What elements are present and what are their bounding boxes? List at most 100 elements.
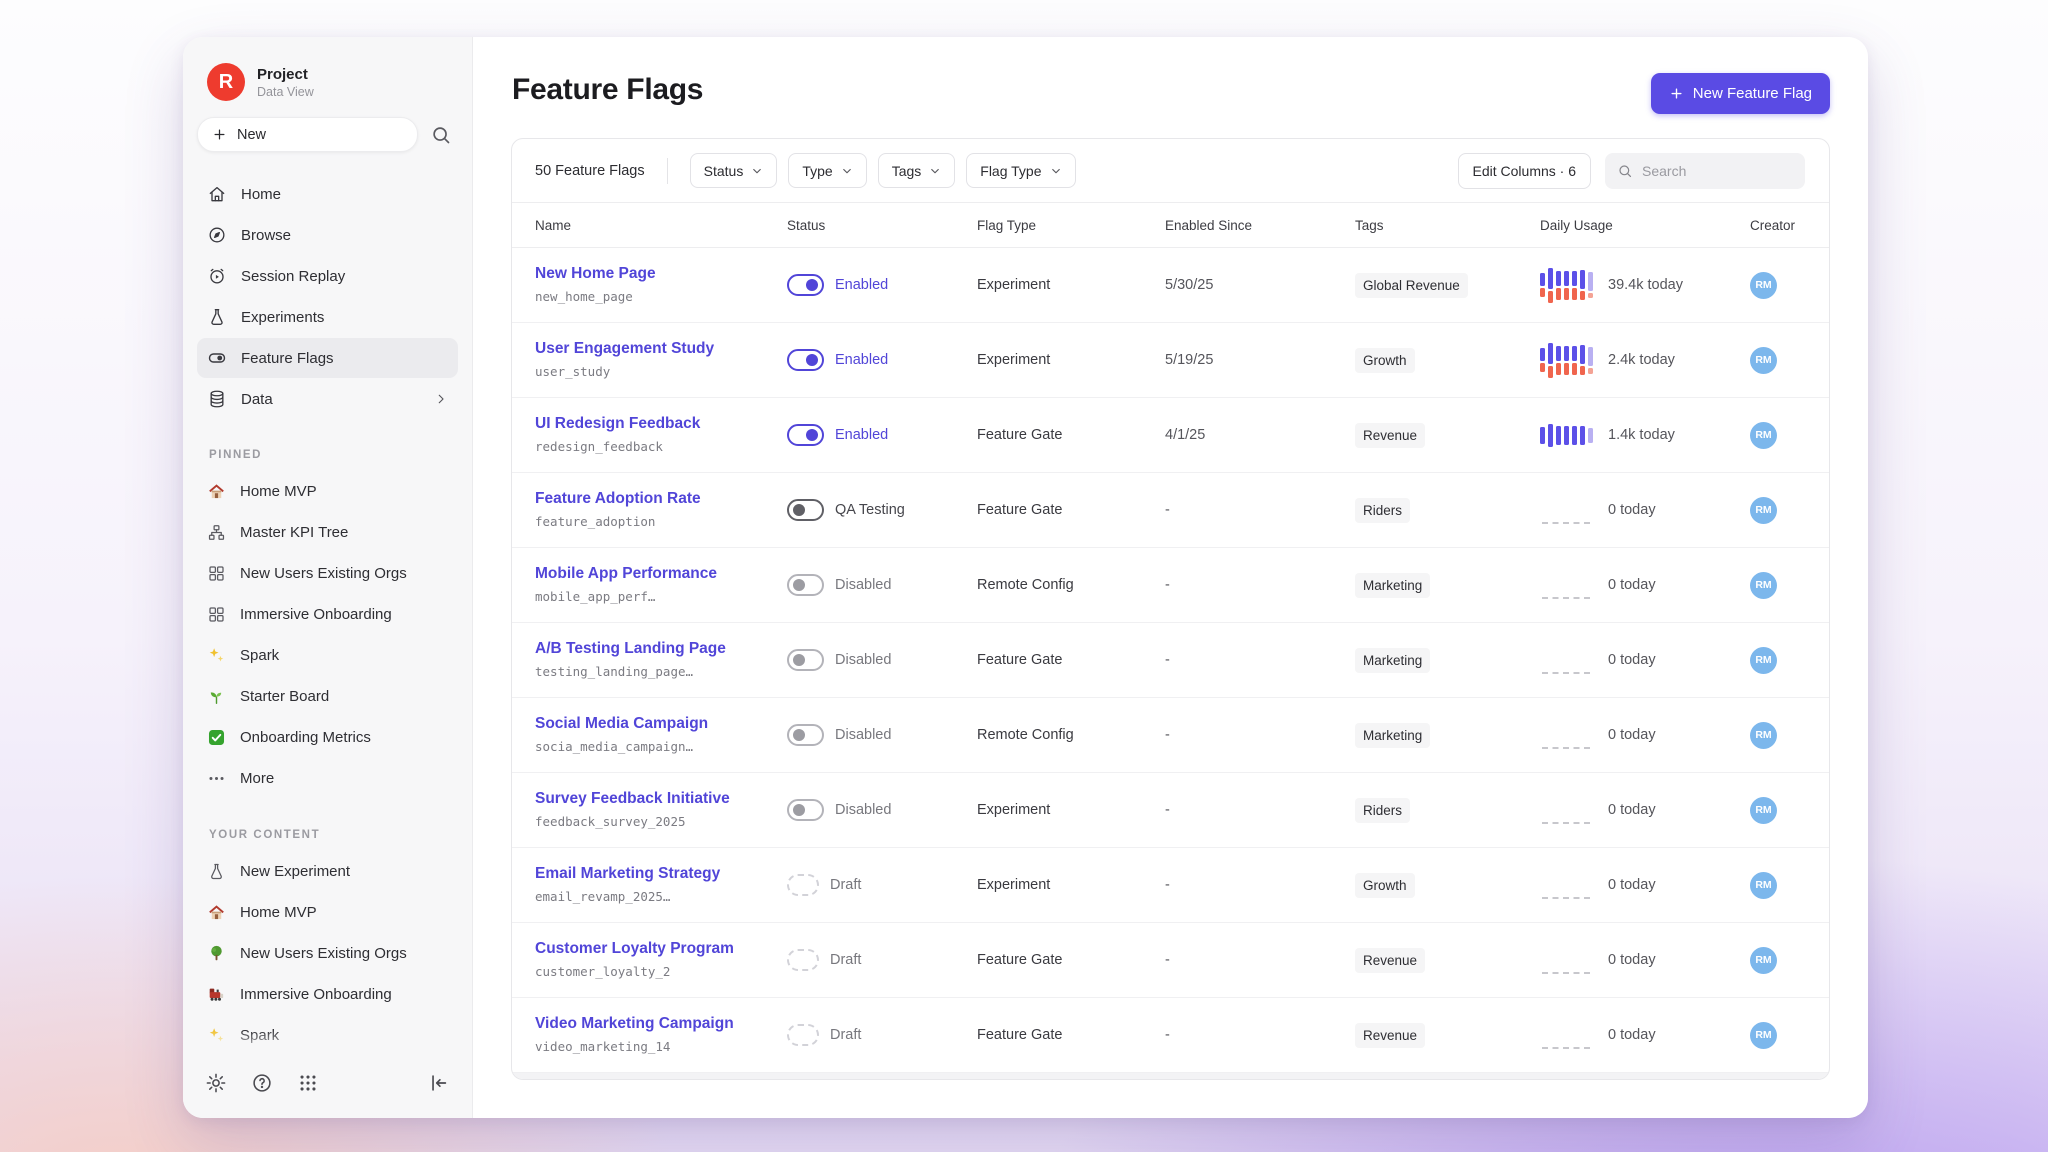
status-label: Disabled [835, 802, 891, 818]
enabled-since-cell: 5/19/25 [1165, 352, 1355, 368]
sidebar-item-new-users-existing-orgs[interactable]: New Users Existing Orgs [197, 933, 458, 974]
sidebar-item-label: Home [241, 186, 281, 203]
creator-avatar: RM [1750, 497, 1777, 524]
apps-grid-icon[interactable] [297, 1072, 319, 1094]
sidebar-item-immersive-onboarding[interactable]: Immersive Onboarding [197, 594, 458, 635]
sidebar-item-data[interactable]: Data [197, 379, 458, 419]
sidebar-item-home[interactable]: Home [197, 174, 458, 214]
table-row[interactable]: A/B Testing Landing Page testing_landing… [512, 623, 1829, 698]
table-row[interactable]: Video Marketing Campaign video_marketing… [512, 998, 1829, 1073]
new-button[interactable]: New [197, 117, 418, 152]
sidebar-item-session-replay[interactable]: Session Replay [197, 256, 458, 296]
search-icon[interactable] [430, 124, 452, 146]
project-subtitle: Data View [257, 85, 314, 99]
table-row[interactable]: New Home Page new_home_page Enabled Expe… [512, 248, 1829, 323]
tag-chip[interactable]: Riders [1355, 498, 1410, 523]
creator-avatar: RM [1750, 272, 1777, 299]
new-feature-flag-button[interactable]: New Feature Flag [1651, 73, 1830, 114]
status-toggle[interactable] [787, 274, 824, 296]
status-toggle[interactable] [787, 574, 824, 596]
sidebar-item-starter-board[interactable]: Starter Board [197, 676, 458, 717]
status-label: Draft [830, 952, 861, 968]
sidebar-item-new-experiment[interactable]: New Experiment [197, 851, 458, 892]
sidebar-item-more[interactable]: More [197, 758, 458, 799]
flag-name-link[interactable]: New Home Page [535, 266, 787, 282]
table-row[interactable]: User Engagement Study user_study Enabled… [512, 323, 1829, 398]
tag-chip[interactable]: Marketing [1355, 723, 1430, 748]
usage-empty-dash [1542, 522, 1590, 524]
house-icon [207, 482, 226, 501]
flag-name-link[interactable]: A/B Testing Landing Page [535, 641, 787, 657]
search-input[interactable] [1642, 163, 1793, 179]
table-row[interactable]: Customer Loyalty Program customer_loyalt… [512, 923, 1829, 998]
table-row[interactable]: Social Media Campaign socia_media_campai… [512, 698, 1829, 773]
chevron-down-icon [841, 165, 853, 177]
flag-name-link[interactable]: Mobile App Performance [535, 566, 787, 582]
status-toggle[interactable] [787, 349, 824, 371]
tag-chip[interactable]: Marketing [1355, 648, 1430, 673]
flag-name-link[interactable]: Social Media Campaign [535, 716, 787, 732]
flag-name-link[interactable]: Email Marketing Strategy [535, 866, 787, 882]
sidebar-item-label: New Experiment [240, 863, 350, 880]
sidebar-item-feature-flags[interactable]: Feature Flags [197, 338, 458, 378]
filter-label: Status [704, 163, 744, 179]
table-row[interactable]: Mobile App Performance mobile_app_perf… … [512, 548, 1829, 623]
table-row[interactable]: Survey Feedback Initiative feedback_surv… [512, 773, 1829, 848]
status-toggle[interactable] [787, 499, 824, 521]
status-toggle[interactable] [787, 799, 824, 821]
sidebar-item-home-mvp[interactable]: Home MVP [197, 892, 458, 933]
table-row[interactable]: Feature Adoption Rate feature_adoption Q… [512, 473, 1829, 548]
status-toggle[interactable] [787, 724, 824, 746]
sidebar-item-spark[interactable]: Spark [197, 635, 458, 676]
tag-chip[interactable]: Revenue [1355, 1023, 1425, 1048]
sidebar-item-onboarding-metrics[interactable]: Onboarding Metrics [197, 717, 458, 758]
sidebar-item-immersive-onboarding[interactable]: Immersive Onboarding [197, 974, 458, 1015]
flag-name-link[interactable]: Video Marketing Campaign [535, 1016, 787, 1032]
sidebar-item-home-mvp[interactable]: Home MVP [197, 471, 458, 512]
flag-name-link[interactable]: Feature Adoption Rate [535, 491, 787, 507]
column-header-status: Status [787, 218, 977, 233]
tag-chip[interactable]: Riders [1355, 798, 1410, 823]
sidebar-item-new-users-existing-orgs[interactable]: New Users Existing Orgs [197, 553, 458, 594]
settings-gear-icon[interactable] [205, 1072, 227, 1094]
status-label: Enabled [835, 352, 888, 368]
tag-chip[interactable]: Growth [1355, 348, 1415, 373]
sidebar-item-label: Home MVP [240, 483, 317, 500]
sidebar-item-experiments[interactable]: Experiments [197, 297, 458, 337]
project-switcher[interactable]: R Project Data View [183, 37, 472, 101]
sidebar-item-label: Experiments [241, 309, 324, 326]
edit-columns-button[interactable]: Edit Columns · 6 [1458, 153, 1591, 189]
status-toggle[interactable] [787, 649, 824, 671]
table-row[interactable]: Email Marketing Strategy email_revamp_20… [512, 848, 1829, 923]
table-row[interactable]: UI Redesign Feedback redesign_feedback E… [512, 398, 1829, 473]
tag-chip[interactable]: Revenue [1355, 948, 1425, 973]
flag-name-link[interactable]: Customer Loyalty Program [535, 941, 787, 957]
filter-tags-dropdown[interactable]: Tags [878, 153, 956, 188]
flag-name-link[interactable]: User Engagement Study [535, 341, 787, 357]
filter-flag-type-dropdown[interactable]: Flag Type [966, 153, 1075, 188]
feature-flags-table: 50 Feature Flags StatusTypeTagsFlag Type… [511, 138, 1830, 1080]
tag-chip[interactable]: Global Revenue [1355, 273, 1468, 298]
filter-status-dropdown[interactable]: Status [690, 153, 778, 188]
collapse-sidebar-icon[interactable] [428, 1072, 450, 1094]
grid-icon [207, 564, 226, 583]
sidebar-item-browse[interactable]: Browse [197, 215, 458, 255]
tag-chip[interactable]: Revenue [1355, 423, 1425, 448]
status-toggle[interactable] [787, 1024, 819, 1046]
status-toggle[interactable] [787, 874, 819, 896]
usage-sparkline [1540, 413, 1596, 457]
tag-chip[interactable]: Growth [1355, 873, 1415, 898]
tag-chip[interactable]: Marketing [1355, 573, 1430, 598]
your-content-section-label: YOUR CONTENT [183, 829, 472, 841]
flag-name-link[interactable]: Survey Feedback Initiative [535, 791, 787, 807]
chevron-right-icon [434, 392, 448, 406]
help-icon[interactable] [251, 1072, 273, 1094]
flag-key: video_marketing_14 [535, 1039, 787, 1054]
flag-name-link[interactable]: UI Redesign Feedback [535, 416, 787, 432]
sidebar-item-label: Master KPI Tree [240, 524, 348, 541]
status-toggle[interactable] [787, 424, 824, 446]
sidebar-item-label: Immersive Onboarding [240, 606, 392, 623]
status-toggle[interactable] [787, 949, 819, 971]
sidebar-item-master-kpi-tree[interactable]: Master KPI Tree [197, 512, 458, 553]
filter-type-dropdown[interactable]: Type [788, 153, 866, 188]
